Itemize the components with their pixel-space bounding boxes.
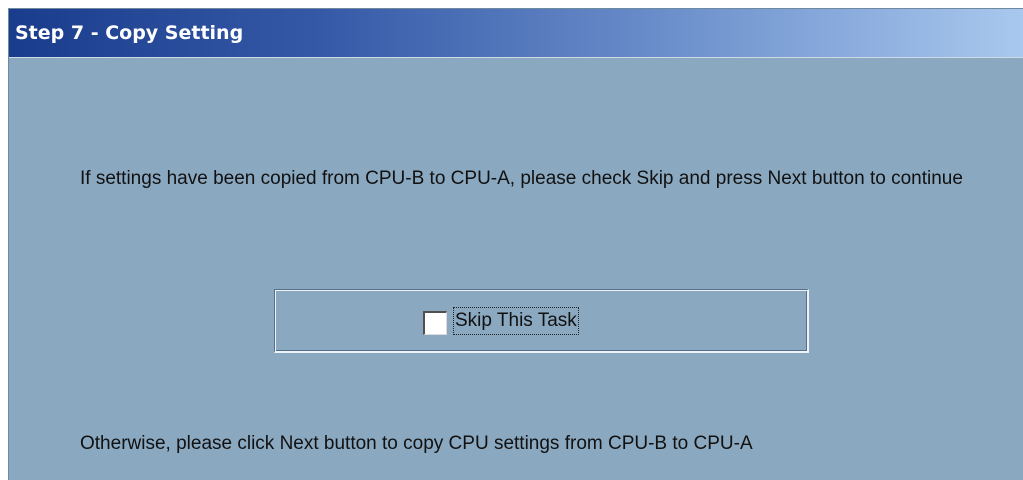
step-title-bar: Step 7 - Copy Setting: [9, 9, 1023, 58]
wizard-step-panel: Step 7 - Copy Setting If settings have b…: [8, 8, 1023, 480]
skip-task-group: Skip This Task: [274, 289, 809, 353]
wizard-window: Step 7 - Copy Setting If settings have b…: [0, 0, 1023, 480]
skip-task-label[interactable]: Skip This Task: [453, 307, 579, 335]
otherwise-text: Otherwise, please click Next button to c…: [80, 433, 753, 454]
instruction-text: If settings have been copied from CPU-B …: [80, 168, 963, 189]
step-title: Step 7 - Copy Setting: [15, 22, 244, 44]
skip-task-checkbox[interactable]: [423, 311, 447, 335]
